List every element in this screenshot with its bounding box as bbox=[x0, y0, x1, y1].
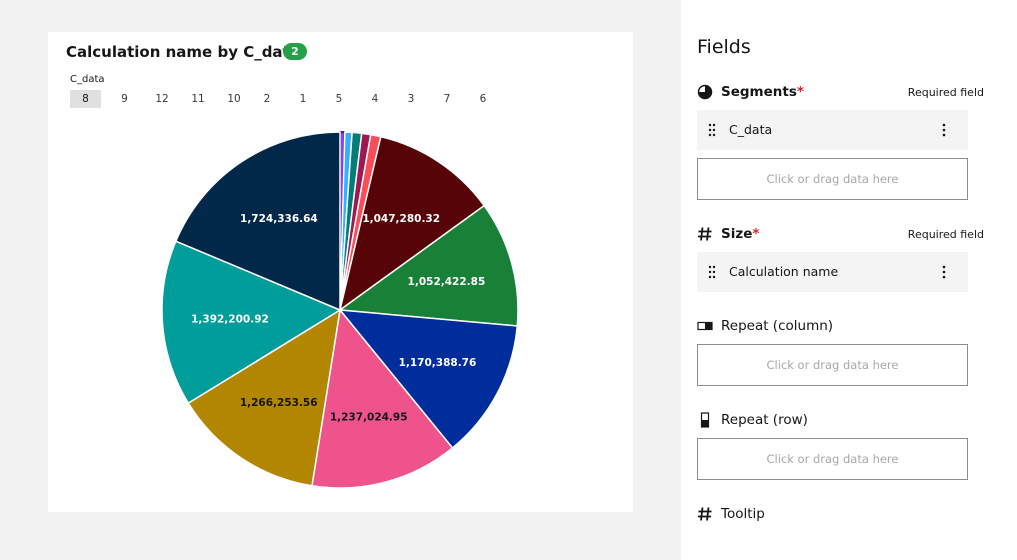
repeat-row-header: Repeat (row) bbox=[697, 411, 987, 431]
segments-field-name: C_data bbox=[729, 122, 773, 137]
drag-handle-icon[interactable] bbox=[707, 265, 717, 279]
segments-label: Segments* bbox=[721, 84, 804, 100]
segments-drop-zone[interactable]: Click or drag data here bbox=[697, 158, 968, 200]
size-required-text: Required field bbox=[907, 228, 984, 241]
slice-value-label: 1,392,200.92 bbox=[191, 313, 269, 325]
repeat-column-label: Repeat (column) bbox=[721, 318, 834, 334]
slice-value-label: 1,724,336.64 bbox=[240, 213, 318, 225]
repeat-row-icon bbox=[700, 412, 710, 428]
chart-card: Calculation name by C_data 2 C_data 8 9 12… bbox=[48, 32, 633, 512]
slice-value-label: 1,170,388.76 bbox=[399, 357, 477, 369]
segments-required-text: Required field bbox=[907, 86, 984, 99]
size-field-name: Calculation name bbox=[729, 264, 839, 279]
segments-header: Segments* Required field bbox=[697, 83, 987, 103]
hash-icon bbox=[698, 507, 712, 521]
hash-icon bbox=[698, 227, 712, 241]
size-label: Size* bbox=[721, 226, 760, 242]
fields-panel: Fields Segments* Required field C_data C… bbox=[681, 0, 1017, 560]
repeat-column-header: Repeat (column) bbox=[697, 317, 987, 337]
repeat-row-drop-zone[interactable]: Click or drag data here bbox=[697, 438, 968, 480]
pie-segment-icon bbox=[697, 84, 713, 100]
tooltip-header: Tooltip bbox=[697, 505, 987, 525]
fields-title: Fields bbox=[697, 36, 751, 58]
repeat-row-label: Repeat (row) bbox=[721, 412, 808, 428]
slice-value-label: 1,266,253.56 bbox=[240, 397, 318, 409]
size-header: Size* Required field bbox=[697, 225, 987, 245]
size-field-pill[interactable]: Calculation name bbox=[697, 252, 968, 292]
slice-value-label: 1,052,422.85 bbox=[408, 276, 486, 288]
repeat-column-icon bbox=[697, 321, 713, 331]
drag-handle-icon[interactable] bbox=[707, 123, 717, 137]
segments-field-pill[interactable]: C_data bbox=[697, 110, 968, 150]
overflow-menu-icon[interactable] bbox=[942, 264, 946, 280]
slice-value-label: 1,047,280.32 bbox=[362, 213, 440, 225]
tooltip-label: Tooltip bbox=[721, 506, 765, 522]
pie-chart: 1,047,280.32 1,052,422.85 1,170,388.76 1,23… bbox=[161, 130, 519, 489]
overflow-menu-icon[interactable] bbox=[942, 122, 946, 138]
slice-value-label: 1,237,024.95 bbox=[330, 412, 408, 424]
repeat-column-drop-zone[interactable]: Click or drag data here bbox=[697, 344, 968, 386]
